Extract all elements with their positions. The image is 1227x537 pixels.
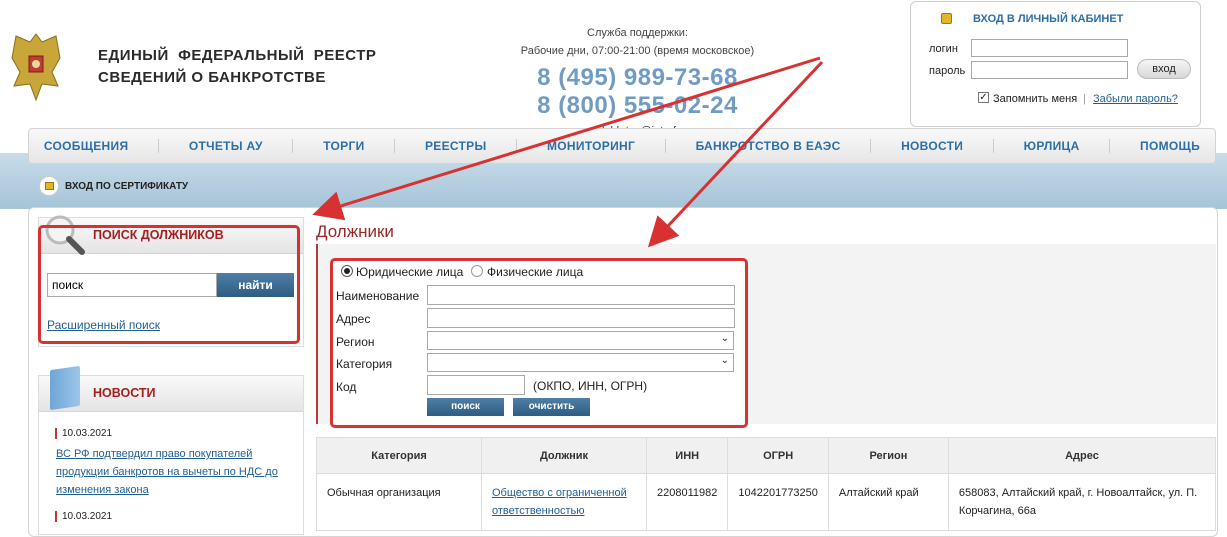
annotation-arrows [312, 56, 824, 248]
